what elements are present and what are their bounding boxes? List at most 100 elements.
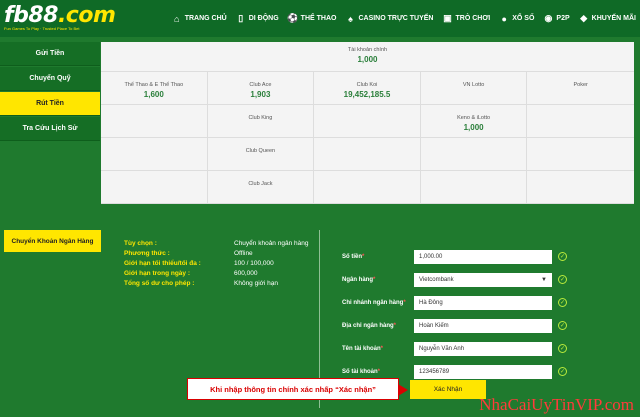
nav-item-0[interactable]: ⌂ TRANG CHỦ (172, 14, 227, 24)
info-key: Tùy chọn : (124, 240, 157, 247)
wallet-label: VN Lotto (462, 82, 485, 88)
sidebar-item-3[interactable]: Tra Cứu Lịch Sử (0, 117, 100, 141)
check-circle-icon: ✓ (558, 321, 567, 330)
nav-item-1[interactable]: ▯ DI ĐỘNG (236, 13, 279, 24)
bank-transfer-button[interactable]: Chuyển Khoản Ngân Hàng (4, 230, 101, 252)
info-value: Chuyển khoản ngân hàng (234, 240, 309, 247)
account-name-field[interactable]: Nguyễn Văn Anh (414, 341, 552, 356)
main-nav: ⌂ TRANG CHỦ ▯ DI ĐỘNG ⚽ THỂ THAO ♠ CASINO TRỰC … (163, 0, 636, 37)
info-key: Giới hạn trong ngày : (124, 270, 191, 277)
wallet-label: Poker (573, 82, 588, 88)
lottery-balls-icon: ● (501, 13, 507, 24)
wallet-cells: Thể Thao & E Thể Thao 1,600 Club Ace 1,903 C… (101, 72, 634, 204)
amount-field[interactable]: 1,000.00 (414, 249, 552, 264)
wallet-label: Club Ace (249, 82, 272, 88)
wallet-cell (101, 105, 208, 138)
form-row: Tên tài khoản* Nguyễn Văn Anh ✓ (342, 340, 567, 357)
info-value: Offline (234, 250, 253, 257)
wallet-cell (527, 105, 634, 138)
field-label: Tên tài khoản* (342, 346, 414, 352)
nav-item-2[interactable]: ⚽ THỂ THAO (287, 13, 336, 24)
logo-text: fb88 (4, 3, 58, 28)
wallet-cell (527, 138, 634, 171)
main-balance-value: 1,000 (357, 55, 378, 64)
wallet-cell (314, 105, 421, 138)
slot-machine-icon: ▣ (443, 13, 452, 23)
info-key: Giới hạn tối thiểu/tối đa : (124, 260, 201, 267)
instruction-callout: Khi nhập thông tin chính xác nhấp “Xác n… (187, 378, 399, 400)
nav-item-6[interactable]: ◉ P2P (543, 13, 570, 24)
arrow-right-icon (398, 384, 408, 396)
nav-item-7[interactable]: ◆ KHUYẾN MÃI (579, 13, 636, 24)
wallet-cell: Club Queen (207, 138, 315, 171)
field-label: Số tiền* (342, 254, 414, 260)
logo-suffix: .com (57, 3, 116, 28)
nav-item-3[interactable]: ♠ CASINO TRỰC TUYẾN (345, 14, 433, 24)
field-label-text: Tên tài khoản (342, 345, 381, 352)
required-mark: * (362, 253, 365, 260)
required-mark: * (373, 276, 376, 283)
mobile-icon: ▯ (238, 13, 244, 23)
required-mark: * (380, 345, 384, 352)
nav-item-label: CASINO TRỰC TUYẾN (358, 15, 434, 22)
main-balance: Tài khoản chính 1,000 (101, 42, 634, 72)
field-label-text: Số tài khoản (342, 368, 378, 375)
info-row: Phương thức : Offline (124, 250, 314, 257)
confirm-button[interactable]: Xác Nhận (410, 380, 486, 399)
wallet-cell: Club King (207, 105, 315, 138)
wallet-label: Club Jack (248, 181, 273, 187)
wallet-cell (101, 171, 208, 204)
wallet-cell (314, 171, 421, 204)
wallet-value: 1,903 (250, 90, 271, 99)
bank-address-field[interactable]: Hoàn Kiếm (414, 318, 552, 333)
form-row: Địa chỉ ngân hàng* Hoàn Kiếm ✓ (342, 317, 567, 334)
wallet-label: Club King (248, 115, 273, 121)
field-value: Vietcombank (419, 276, 454, 283)
nav-item-4[interactable]: ▣ TRÒ CHƠI (442, 13, 490, 24)
bank-select[interactable]: Vietcombank ▼ (414, 272, 552, 287)
check-circle-icon: ✓ (558, 344, 567, 353)
field-label: Số tài khoản* (342, 369, 414, 375)
check-circle-icon: ✓ (558, 252, 567, 261)
field-label: Chi nhánh ngân hàng* (342, 300, 414, 306)
nav-item-label: P2P (556, 15, 570, 22)
check-circle-icon: ✓ (558, 298, 567, 307)
wallet-cell: Thể Thao & E Thể Thao 1,600 (101, 72, 208, 105)
info-row: Giới hạn trong ngày : 600,000 (124, 270, 314, 277)
bank-branch-field[interactable]: Hà Đông (414, 295, 552, 310)
sidebar-item-0[interactable]: Gửi Tiền (0, 42, 100, 66)
info-row: Giới hạn tối thiểu/tối đa : 100 / 100,000 (124, 260, 314, 267)
info-value: Không giới hạn (234, 280, 279, 287)
check-circle-icon: ✓ (558, 275, 567, 284)
nav-item-label: DI ĐỘNG (248, 15, 279, 22)
info-value: 600,000 (234, 270, 258, 277)
home-icon: ⌂ (174, 13, 180, 24)
wallet-value: 1,000 (463, 123, 484, 132)
p2p-icon: ◉ (544, 13, 553, 23)
sidebar-item-2[interactable]: Rút Tiền (0, 92, 100, 116)
wallet-cell: Club Jack (207, 171, 315, 204)
wallet-cell (101, 138, 208, 171)
watermark: NhaCaiUyTinVIP.com (479, 395, 634, 414)
required-mark: * (377, 368, 381, 375)
method-info: Tùy chọn : Chuyển khoản ngân hàng Phương t… (124, 240, 314, 290)
field-value: Nguyễn Văn Anh (419, 345, 465, 352)
wallet-label: Club Queen (245, 148, 276, 154)
wallet-label: Keno & iLotto (457, 115, 491, 121)
fb88-logo[interactable]: fb88.com Fun Games To Play · Trusted Pla… (4, 3, 116, 31)
account-number-field[interactable]: 123456789 (414, 364, 552, 379)
required-mark: * (403, 299, 406, 306)
field-label-text: Số tiền (342, 253, 363, 260)
withdraw-form: Số tiền* 1,000.00 ✓ Ngân hàng* Vietcombank ▼ ✓… (342, 248, 567, 386)
field-label-text: Địa chỉ ngân hàng (342, 322, 394, 329)
field-label: Ngân hàng* (342, 277, 414, 283)
info-key: Phương thức : (124, 250, 170, 257)
field-value: Hoàn Kiếm (419, 322, 449, 329)
soccer-ball-icon: ⚽ (287, 13, 299, 23)
nav-item-label: TRANG CHỦ (184, 15, 227, 22)
nav-item-5[interactable]: ● XỔ SỐ (499, 13, 535, 24)
sidebar-item-1[interactable]: Chuyển Quỹ (0, 67, 100, 91)
chevron-down-icon[interactable]: ▼ (541, 277, 547, 283)
wallet-cell: VN Lotto (420, 72, 528, 105)
field-value: 123456789 (419, 368, 450, 375)
